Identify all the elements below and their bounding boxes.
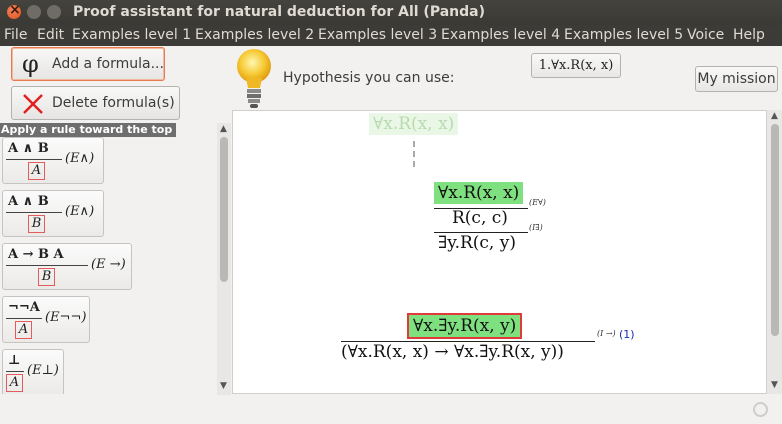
minimize-window-icon[interactable]	[27, 5, 41, 19]
rule-bar	[6, 159, 62, 160]
scroll-up-icon[interactable]: ▲	[771, 111, 778, 121]
menu-voice[interactable]: Voice	[687, 27, 724, 43]
menu-help[interactable]: Help	[733, 27, 765, 43]
hypothesis-formula[interactable]: ∀x.R(x, x)	[434, 182, 524, 204]
menu-examples-level-5[interactable]: Examples level 5	[564, 27, 683, 43]
scroll-up-icon[interactable]: ▲	[220, 124, 227, 134]
window-title: Proof assistant for natural deduction fo…	[73, 4, 485, 20]
delete-x-icon	[23, 94, 43, 114]
dashed-connector	[413, 141, 415, 167]
rule-premise: ¬¬A	[8, 300, 40, 315]
title-bar: Proof assistant for natural deduction fo…	[0, 0, 782, 25]
rule-and-elim-left[interactable]: A ∧ B A (E∧)	[2, 137, 104, 184]
delete-formula-label: Delete formula(s)	[52, 95, 175, 111]
rule-conclusion: B	[38, 268, 55, 286]
rule-bottom-elim[interactable]: ⊥ A (E⊥)	[2, 349, 64, 394]
rule-name: (E⊥)	[27, 363, 59, 378]
menu-bar: File Edit Examples level 1 Examples leve…	[0, 25, 782, 46]
rule-label-forall-elim: (E∀)	[529, 198, 546, 207]
rule-premise: A ∧ B	[8, 141, 49, 156]
rule-double-negation-elim[interactable]: ¬¬A A (E¬¬)	[2, 296, 90, 343]
hypothesis-label: Hypothesis you can use:	[283, 70, 455, 86]
canvas-scrollbar[interactable]: ▲ ▼	[767, 110, 782, 394]
menu-file[interactable]: File	[4, 27, 27, 43]
rule-name: (E →)	[91, 257, 126, 272]
derived-formula[interactable]: ∃y.R(c, y)	[438, 233, 516, 253]
rule-conclusion: A	[15, 321, 32, 339]
proof-canvas[interactable]: ∀x.R(x, x) ∀x.R(x, x) (E∀) R(c, c) (I∃) …	[232, 110, 767, 394]
menu-examples-level-1[interactable]: Examples level 1	[72, 27, 191, 43]
rule-name: (E∧)	[65, 151, 95, 166]
rule-conclusion: A	[28, 162, 45, 180]
current-goal-formula[interactable]: ∀x.∃y.R(x, y)	[407, 313, 523, 339]
rule-label-exists-intro: (I∃)	[529, 223, 543, 232]
rule-and-elim-right[interactable]: A ∧ B B (E∧)	[2, 190, 104, 237]
rule-label-implication-intro: (I →)	[597, 329, 616, 338]
rules-scroll-thumb[interactable]	[220, 137, 228, 282]
delete-formula-button[interactable]: Delete formula(s)	[11, 86, 180, 120]
status-bar	[0, 395, 782, 424]
rule-premise: A → B A	[8, 247, 64, 262]
rule-premise: ⊥	[8, 353, 21, 368]
rule-conclusion: B	[28, 215, 45, 233]
scroll-down-icon[interactable]: ▼	[771, 380, 778, 390]
rule-conclusion: A	[6, 374, 23, 392]
ghost-hypothesis-formula[interactable]: ∀x.R(x, x)	[369, 113, 459, 135]
rule-bar	[6, 371, 24, 372]
rule-bar	[6, 318, 42, 319]
hypothesis-reference[interactable]: (1)	[619, 328, 635, 341]
theorem-formula[interactable]: (∀x.R(x, x) → ∀x.∃y.R(x, y))	[341, 342, 564, 362]
phi-icon: φ	[22, 50, 39, 78]
rule-name: (E∧)	[65, 204, 95, 219]
rules-panel: A ∧ B A (E∧) A ∧ B B (E∧) A → B A B (E →…	[0, 137, 217, 394]
rule-implication-elim[interactable]: A → B A B (E →)	[2, 243, 132, 290]
menu-examples-level-2[interactable]: Examples level 2	[195, 27, 314, 43]
menu-examples-level-4[interactable]: Examples level 4	[441, 27, 560, 43]
close-window-icon[interactable]	[7, 2, 21, 19]
intermediate-formula[interactable]: R(c, c)	[452, 208, 508, 228]
lightbulb-icon	[237, 49, 271, 108]
my-mission-button[interactable]: My mission	[695, 66, 778, 92]
menu-edit[interactable]: Edit	[37, 27, 64, 43]
add-formula-button[interactable]: φ Add a formula...	[11, 47, 165, 81]
rules-header: Apply a rule toward the top	[0, 123, 176, 137]
menu-examples-level-3[interactable]: Examples level 3	[318, 27, 437, 43]
maximize-window-icon[interactable]	[47, 5, 61, 19]
busy-indicator-icon	[753, 402, 768, 417]
rule-bar	[6, 265, 88, 266]
rule-bar	[6, 212, 62, 213]
rules-scrollbar[interactable]: ▲ ▼	[217, 123, 231, 395]
add-formula-label: Add a formula...	[52, 56, 164, 72]
canvas-scroll-thumb[interactable]	[771, 124, 779, 336]
scroll-down-icon[interactable]: ▼	[220, 381, 227, 391]
rule-name: (E¬¬)	[45, 310, 87, 325]
rule-premise: A ∧ B	[8, 194, 49, 209]
hypothesis-chip[interactable]: 1.∀x.R(x, x)	[531, 53, 621, 78]
